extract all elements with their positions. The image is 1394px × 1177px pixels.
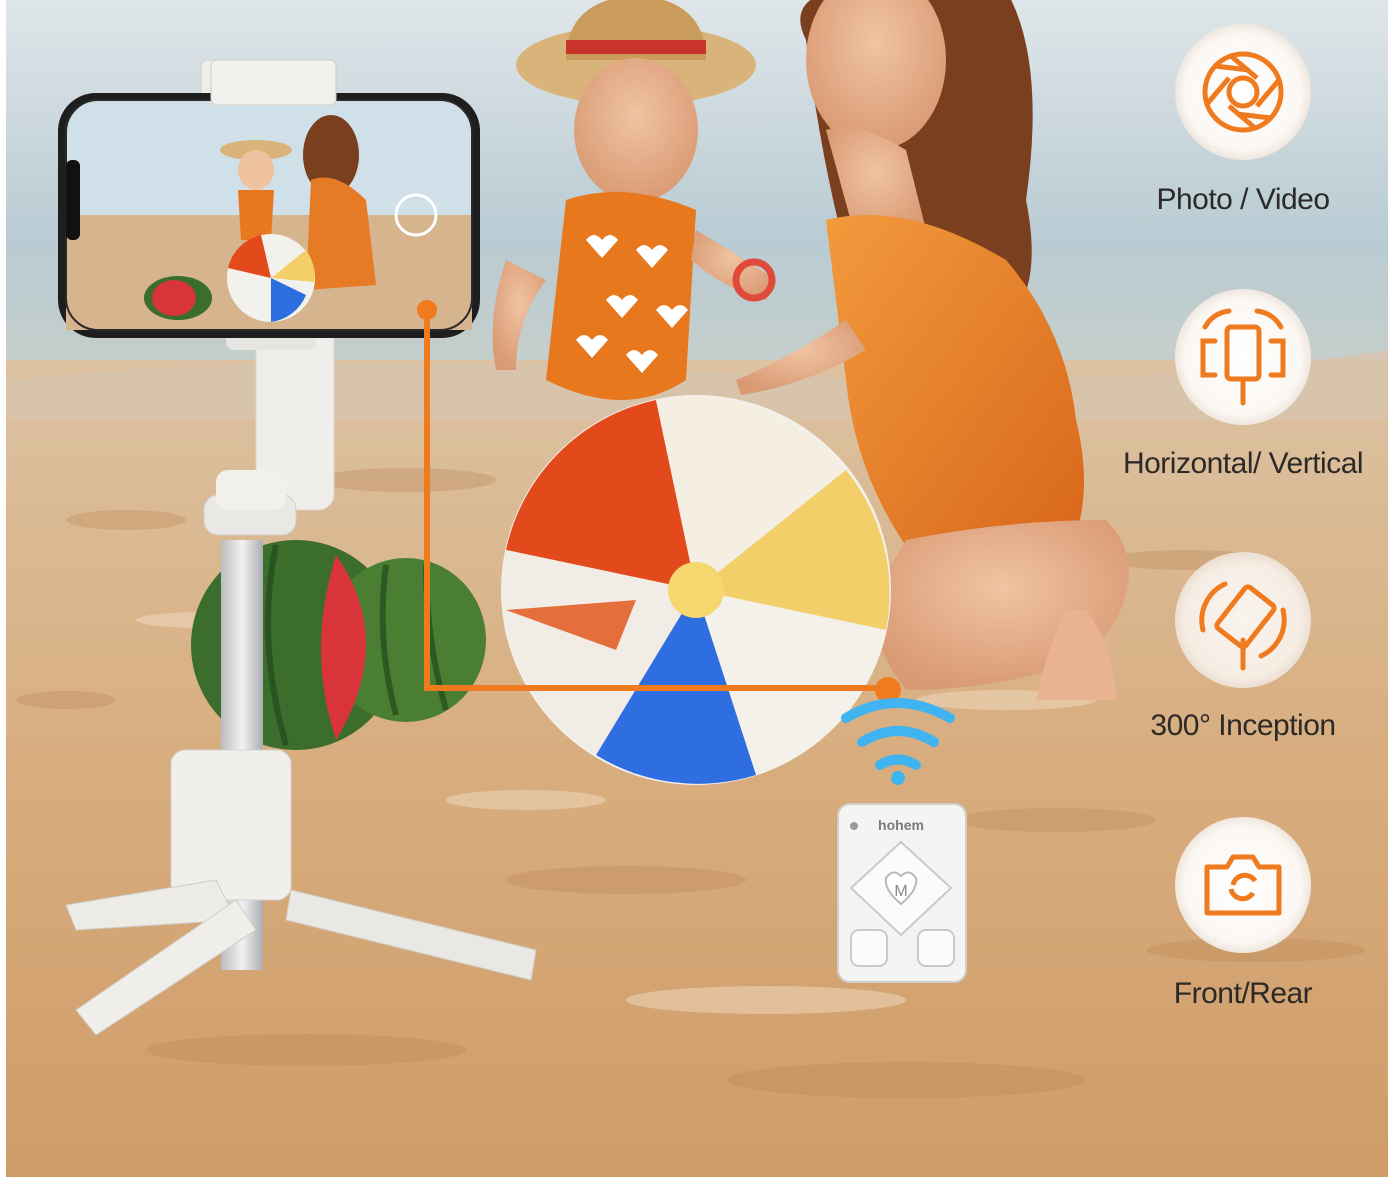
camera-switch-icon-badge [1175,817,1311,953]
product-photo: hohem M Photo / Video Horizontal/ Vertic… [6,0,1388,1177]
shutter-icon-badge [1175,24,1311,160]
phone [58,59,480,338]
feature-label-inception: 300° Inception [1150,709,1336,742]
remote-control: hohem M [837,803,967,983]
feature-label-front-rear: Front/Rear [1173,977,1313,1010]
remote-mode-button: M [894,883,907,900]
beach-ball [501,395,891,785]
feature-label-orientation: Horizontal/ Vertical [1122,447,1364,480]
feature-label-photo-video: Photo / Video [1156,183,1330,216]
remote-brand-label: hohem [878,817,924,833]
